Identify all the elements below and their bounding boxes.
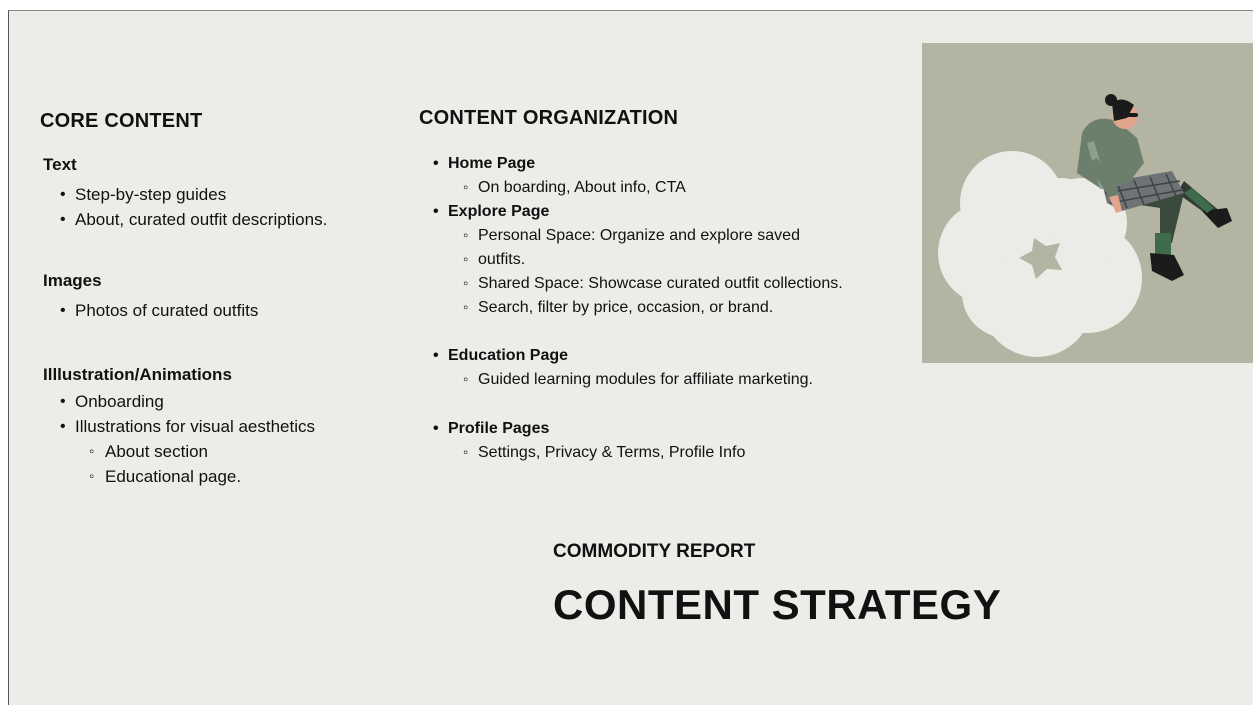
illustration-section-title: Illlustration/Animations: [43, 365, 232, 384]
list-item: About, curated outfit descriptions.: [43, 207, 383, 232]
education-list: Education Page Guided learning modules f…: [419, 344, 899, 392]
images-section-title: Images: [43, 271, 102, 290]
education-page-item: Education Page: [419, 344, 899, 368]
sub-list-item: Settings, Privacy & Terms, Profile Info: [419, 441, 899, 465]
list-item: Onboarding: [43, 389, 383, 414]
text-section-title: Text: [43, 155, 77, 174]
search-filter-text: , filter by price, occasion, or brand.: [528, 299, 774, 316]
continued-text: outfits.: [478, 251, 526, 268]
text-list: Step-by-step guides About, curated outfi…: [43, 182, 383, 232]
list-item: Illustrations for visual aesthetics: [43, 414, 383, 439]
sub-list-item: Personal Space: Organize and explore sav…: [419, 224, 899, 248]
explore-page-item: Explore Page: [419, 200, 899, 224]
slide: CORE CONTENT Text Step-by-step guides Ab…: [8, 10, 1253, 705]
profile-pages-item: Profile Pages: [419, 417, 899, 441]
illustration-panel: [922, 43, 1253, 363]
images-list: Photos of curated outfits: [43, 298, 383, 323]
search-label: Search: [478, 299, 529, 316]
page-title: CONTENT STRATEGY: [553, 581, 1002, 628]
list-item: Photos of curated outfits: [43, 298, 383, 323]
core-content-heading: CORE CONTENT: [40, 110, 203, 132]
sub-list-item: Educational page.: [43, 464, 383, 489]
sub-list-item: Shared Space: Showcase curated outfit co…: [419, 272, 899, 296]
home-page-item: Home Page: [419, 152, 899, 176]
person-sitting-on-flower-illustration-icon: [938, 94, 1232, 357]
sub-list-item-continued: outfits.: [419, 248, 899, 272]
organization-list: Home Page On boarding, About info, CTA E…: [419, 152, 899, 320]
profile-list: Profile Pages Settings, Privacy & Terms,…: [419, 417, 899, 465]
report-kicker: COMMODITY REPORT: [553, 541, 756, 562]
list-item: Step-by-step guides: [43, 182, 383, 207]
content-organization-heading: CONTENT ORGANIZATION: [419, 107, 679, 129]
illustration-list: Onboarding Illustrations for visual aest…: [43, 389, 383, 489]
sub-list-item: About section: [43, 439, 383, 464]
sub-list-item: Search, filter by price, occasion, or br…: [419, 296, 899, 320]
sub-list-item: Guided learning modules for affiliate ma…: [419, 368, 899, 392]
sub-list-item: On boarding, About info, CTA: [419, 176, 899, 200]
